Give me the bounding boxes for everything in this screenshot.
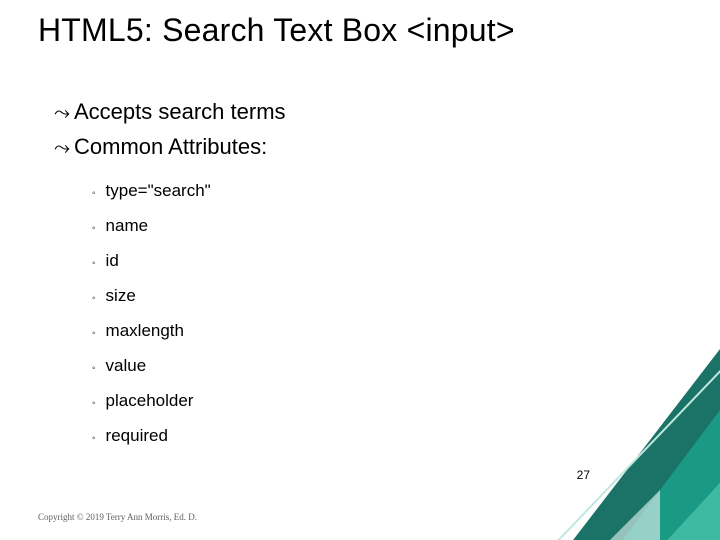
bullet-icon: ⤳ — [54, 131, 70, 165]
bullet-icon: ⤳ — [54, 96, 70, 130]
bullet-text: Common Attributes: — [74, 130, 267, 164]
list-item: ◦ placeholder — [92, 385, 614, 420]
bullet-item: ⤳ Accepts search terms — [54, 95, 614, 130]
attr-text: id — [106, 245, 119, 277]
list-item: ◦ id — [92, 245, 614, 280]
list-item: ◦ type="search" — [92, 175, 614, 210]
attr-text: name — [106, 210, 149, 242]
ring-bullet-icon: ◦ — [92, 283, 96, 315]
ring-bullet-icon: ◦ — [92, 248, 96, 280]
list-item: ◦ size — [92, 280, 614, 315]
copyright-text: Copyright © 2019 Terry Ann Morris, Ed. D… — [38, 512, 197, 522]
bullet-item: ⤳ Common Attributes: — [54, 130, 614, 165]
list-item: ◦ name — [92, 210, 614, 245]
ring-bullet-icon: ◦ — [92, 388, 96, 420]
attr-text: placeholder — [106, 385, 194, 417]
list-item: ◦ required — [92, 420, 614, 455]
ring-bullet-icon: ◦ — [92, 178, 96, 210]
attr-text: required — [106, 420, 168, 452]
attr-text: size — [106, 280, 136, 312]
attr-text: maxlength — [106, 315, 184, 347]
bullet-text: Accepts search terms — [74, 95, 286, 129]
attr-text: type="search" — [106, 175, 211, 207]
attr-text: value — [106, 350, 147, 382]
list-item: ◦ value — [92, 350, 614, 385]
ring-bullet-icon: ◦ — [92, 318, 96, 350]
list-item: ◦ maxlength — [92, 315, 614, 350]
ring-bullet-icon: ◦ — [92, 353, 96, 385]
slide-body: ⤳ Accepts search terms ⤳ Common Attribut… — [54, 95, 614, 455]
slide: HTML5: Search Text Box <input> ⤳ Accepts… — [0, 0, 720, 540]
ring-bullet-icon: ◦ — [92, 423, 96, 455]
ring-bullet-icon: ◦ — [92, 213, 96, 245]
attribute-list: ◦ type="search" ◦ name ◦ id ◦ size ◦ max… — [92, 175, 614, 455]
page-number: 27 — [577, 468, 590, 482]
slide-title: HTML5: Search Text Box <input> — [38, 12, 515, 49]
